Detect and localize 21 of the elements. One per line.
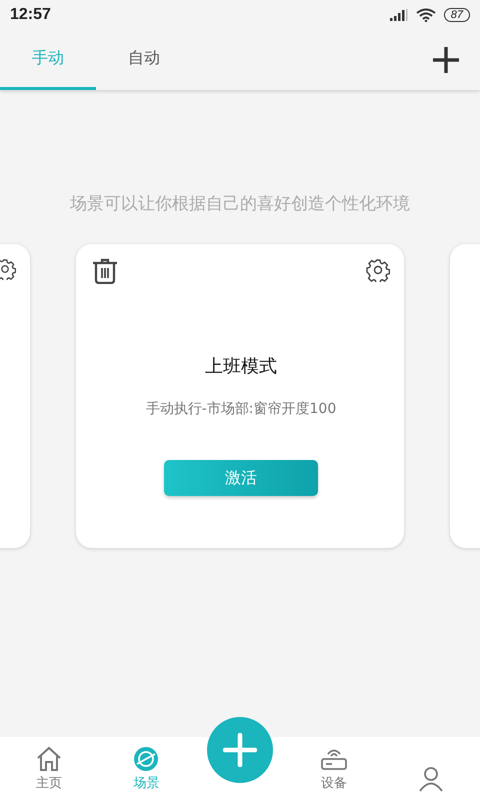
scene-description: 手动执行-市场部:窗帘开度100 — [146, 400, 336, 418]
nav-item[interactable]: 场景 — [98, 746, 195, 800]
battery-level: 87 — [444, 8, 470, 22]
activate-button[interactable]: 激活 — [164, 460, 318, 496]
settings-icon[interactable] — [366, 258, 390, 282]
home-icon — [36, 746, 62, 772]
nav-item[interactable]: 主页 — [0, 746, 98, 800]
add-icon[interactable] — [432, 46, 460, 74]
hint-text: 场景可以让你根据自己的喜好创造个性化环境 — [69, 193, 411, 215]
trash-icon[interactable] — [92, 258, 118, 284]
status-time: 12:57 — [10, 6, 51, 24]
scene-name: 上班模式 — [205, 355, 277, 378]
tab[interactable]: 自动 — [96, 30, 192, 90]
settings-icon[interactable] — [0, 258, 16, 280]
signal-icon — [390, 9, 408, 21]
planet-icon — [133, 746, 160, 772]
wifi-icon — [416, 8, 436, 22]
nav-item[interactable]: 设备 — [285, 746, 382, 800]
plus-icon — [223, 733, 257, 767]
person-icon — [418, 766, 444, 792]
tab[interactable]: 手动 — [0, 30, 96, 90]
